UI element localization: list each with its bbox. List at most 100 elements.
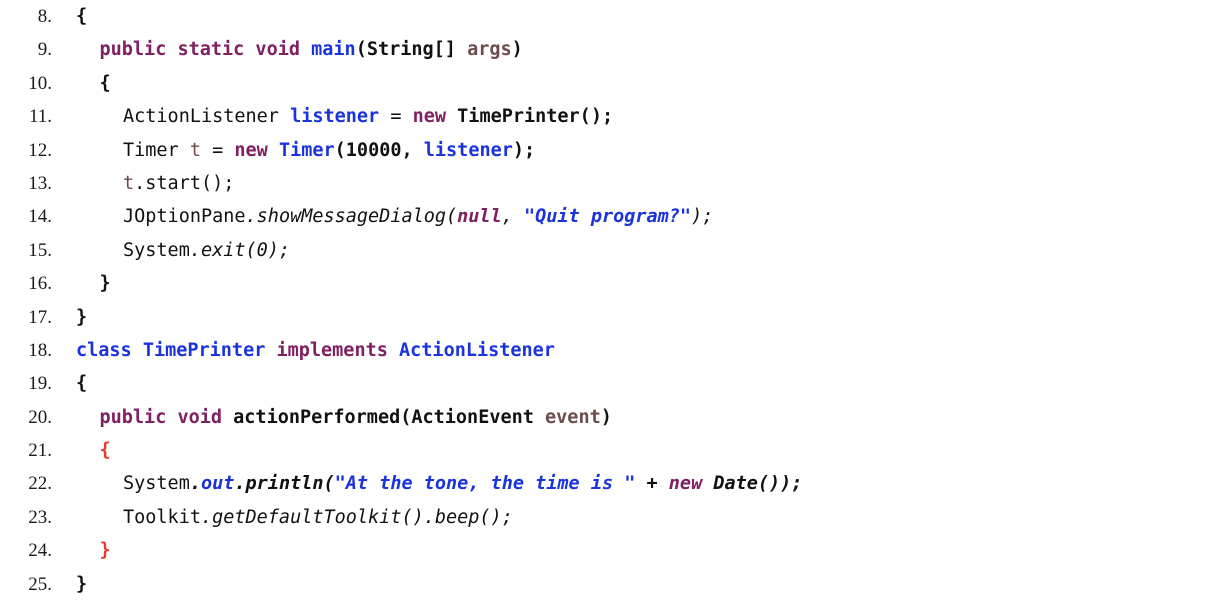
code-text: t.start(); [58,167,1228,200]
line-number: 9. [37,39,52,61]
code-line: 19. { [0,367,1228,400]
code-text: Timer t = new Timer(10000, listener); [58,134,1228,167]
code-token: , [501,206,524,228]
code-token: Timer [123,139,190,161]
code-text: } [58,267,1228,300]
line-number: 11. [28,106,52,128]
code-text: } [58,534,1228,567]
code-line: 11. ActionListener listener = new TimePri… [0,100,1228,133]
code-token: t [189,139,201,161]
code-line: 13. t.start(); [0,167,1228,200]
code-text: ActionListener listener = new TimePrinte… [58,100,1228,133]
code-token: TimePrinter(); [446,106,614,128]
line-number: 16. [28,273,52,295]
code-token: t [123,172,135,194]
code-token: public void [99,406,234,428]
code-token: public static void [99,39,312,61]
code-token: { [99,72,111,94]
code-token: = [200,139,235,161]
line-number: 21. [28,440,52,462]
code-token: args [467,39,512,61]
code-token: } [76,306,88,328]
code-token: new [668,473,703,495]
code-token: JOptionPane [123,206,246,228]
code-token: "At the tone, the time is " [334,473,636,495]
code-line: 17.} [0,301,1228,334]
line-number: 12. [28,139,52,161]
code-token: = [379,106,413,128]
code-token: System [123,473,190,495]
code-token: ActionListener [123,106,291,128]
code-token: implements [276,339,388,361]
code-token: .start(); [134,172,235,194]
line-number: 13. [28,172,52,194]
code-token: . [189,473,201,495]
code-token: } [99,273,111,295]
code-token: actionPerformed(ActionEvent [233,406,546,428]
line-number: 18. [28,339,52,361]
line-number: 14. [28,206,52,228]
code-text: { [58,367,1228,400]
code-text: System.out.println("At the tone, the tim… [58,467,1228,500]
code-text: Toolkit.getDefaultToolkit().beep(); [58,501,1228,534]
code-text: } [58,568,1228,601]
code-token: out [200,473,235,495]
code-token: { [76,373,88,395]
code-token: Date()); [702,473,803,495]
code-token: { [76,6,88,27]
line-number: 8. [37,6,52,27]
code-token: listener [290,106,380,128]
line-number: 15. [28,239,52,261]
code-text: { [58,434,1228,467]
code-text: public static void main(String[] args) [58,33,1228,66]
code-token: } [76,573,88,595]
line-number: 22. [28,473,52,495]
code-line: 10. { [0,67,1228,100]
code-token: Timer [278,139,335,161]
code-line: 22. System.out.println("At the tone, the … [0,467,1228,500]
code-token: new [412,106,447,128]
code-token: + [635,473,669,495]
code-token: System [123,239,190,261]
code-token: event [545,406,601,428]
code-token: "Quit program?" [524,206,692,228]
code-token: .getDefaultToolkit().beep(); [200,506,513,528]
code-token: ) [600,406,612,428]
line-number: 17. [28,306,52,328]
code-token: ) [511,39,523,61]
code-text: JOptionPane.showMessageDialog(null, "Qui… [58,200,1228,233]
code-token: .showMessageDialog( [245,206,458,228]
code-token: null [457,206,502,228]
code-line: 24.} [0,534,1228,567]
code-line: 25.} [0,568,1228,601]
code-text: { [58,67,1228,100]
code-text: { [58,0,1228,33]
code-token: new [234,139,268,161]
line-number: 10. [28,72,52,94]
code-token: .println( [234,473,335,495]
line-number: 24. [28,540,52,562]
code-line: 21. { [0,434,1228,467]
code-line: 9. public static void main(String[] args) [0,33,1228,66]
code-text: System.exit(0); [58,234,1228,267]
code-line: 12. Timer t = new Timer(10000, listener); [0,134,1228,167]
code-token: ); [691,206,714,228]
code-token: (10000, [334,139,424,161]
code-text: } [58,301,1228,334]
code-line: 16.} [0,267,1228,300]
code-token: ActionListener [399,339,555,361]
code-token: .exit(0); [189,239,291,261]
code-text: class TimePrinter implements ActionListe… [58,334,1228,367]
code-token: class TimePrinter [76,339,277,361]
code-line: 8. { [0,0,1228,33]
code-token: (String[] [355,39,468,61]
code-text: public void actionPerformed(ActionEvent … [58,401,1228,434]
code-line: 20. public void actionPerformed(ActionEve… [0,401,1228,434]
line-number: 23. [28,506,52,528]
line-number: 19. [28,373,52,395]
code-line: 23. Toolkit.getDefaultToolkit().beep(); [0,501,1228,534]
code-token: listener [423,139,513,161]
line-number: 25. [28,573,52,595]
